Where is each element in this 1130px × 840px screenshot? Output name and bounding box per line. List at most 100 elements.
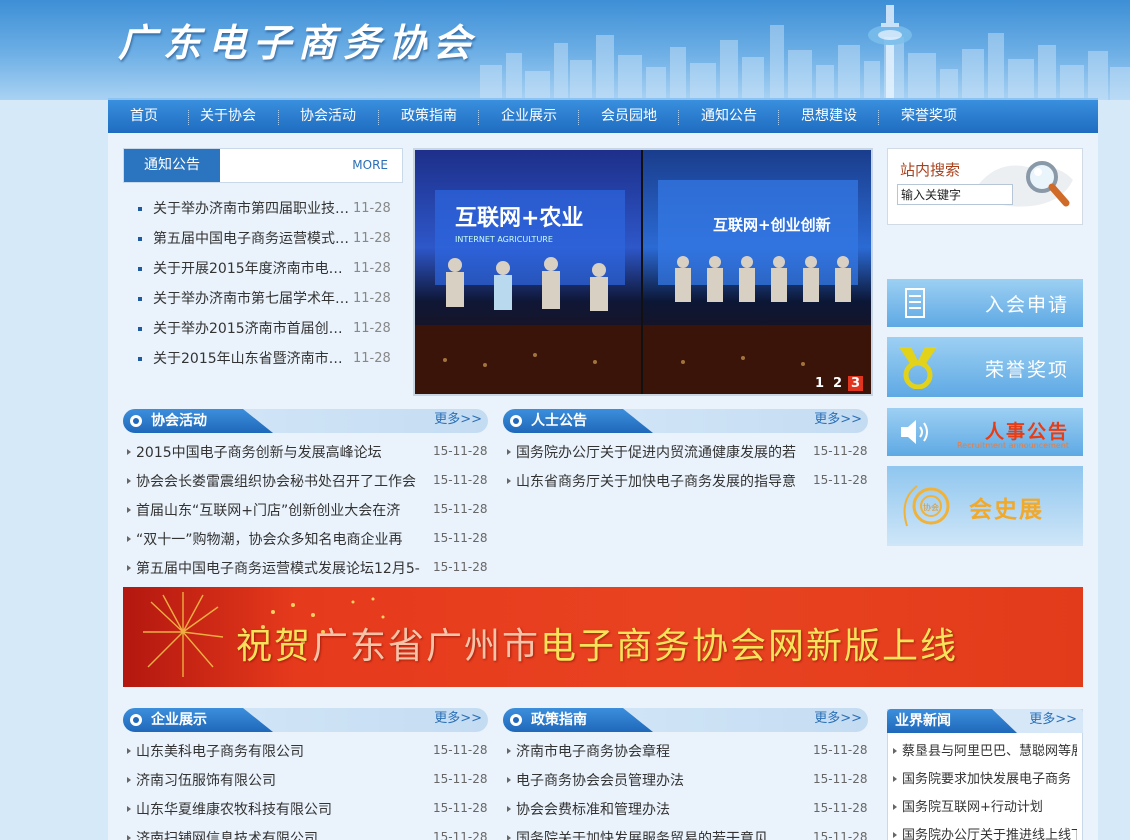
nav-enterprise[interactable]: 企业展示 <box>484 100 574 133</box>
policy-header: 政策指南 更多>> <box>503 708 868 732</box>
site-header: 广东电子商务协会 <box>0 0 1130 100</box>
honor-awards-button[interactable]: 荣誉奖项 <box>887 337 1083 397</box>
nav-separator <box>378 110 379 125</box>
list-item[interactable]: 蔡垦县与阿里巴巴、慧聪网等展 <box>889 739 1079 767</box>
site-search: 站内搜索 <box>887 148 1083 225</box>
industry-news-title: 业界新闻 <box>895 713 951 729</box>
nav-policy[interactable]: 政策指南 <box>384 100 474 133</box>
notice-more-link[interactable]: MORE <box>352 149 388 182</box>
policy-title: 政策指南 <box>531 712 587 728</box>
nav-separator <box>578 110 579 125</box>
slide-pager: 1 2 3 <box>812 376 863 391</box>
nav-honors[interactable]: 荣誉奖项 <box>884 100 974 133</box>
list-item[interactable]: 国务院办公厅关于促进内贸流通健康发展的若 15-11-28 <box>503 440 868 469</box>
slide-1-subtitle: INTERNET AGRICULTURE <box>455 235 553 244</box>
search-input[interactable] <box>897 184 1013 205</box>
slide-2-title: 互联网+创业创新 <box>713 216 831 234</box>
notice-list: 关于举办济南市第四届职业技能大赛的通知11-28 第五届中国电子商务运营模式发展… <box>123 196 403 376</box>
list-item[interactable]: 电子商务协会会员管理办法 15-11-28 <box>503 768 868 797</box>
list-item[interactable]: 国务院关于加快发展服务贸易的若干意见 15-11-28 <box>503 826 868 840</box>
arrow-icon <box>127 478 131 484</box>
tab-notices[interactable]: 通知公告 <box>124 149 220 182</box>
notice-tab-header: 通知公告 MORE <box>123 148 403 183</box>
bullet-icon <box>138 327 142 331</box>
nav-members[interactable]: 会员园地 <box>584 100 674 133</box>
slide-page-2[interactable]: 2 <box>830 376 845 391</box>
join-application-button[interactable]: 入会申请 <box>887 279 1083 327</box>
history-exhibition-label: 会史展 <box>969 497 1044 523</box>
slide-page-3-active[interactable]: 3 <box>848 376 863 391</box>
bullet-icon <box>138 207 142 211</box>
celebration-banner[interactable]: 祝贺广东省广州市电子商务协会网新版上线 <box>123 587 1083 687</box>
policy-list: 济南市电子商务协会章程 15-11-28 电子商务协会会员管理办法 15-11-28… <box>503 739 868 840</box>
industry-news-more-link[interactable]: 更多>> <box>1029 709 1077 731</box>
list-item[interactable]: 济南习伍服饰有限公司 15-11-28 <box>123 768 488 797</box>
list-item[interactable]: 第五届中国电子商务运营模式发展论坛11-28 <box>123 226 403 256</box>
list-item[interactable]: 国务院办公厅关于推进线上线下 <box>889 823 1079 840</box>
section-bullet-icon <box>510 714 522 726</box>
photo-slideshow[interactable]: 互联网+农业 INTERNET AGRICULTURE 互联网+创业创新 1 2… <box>413 148 873 396</box>
enterprise-list: 山东美科电子商务有限公司 15-11-28 济南习伍服饰有限公司 15-11-28 … <box>123 739 488 840</box>
arrow-icon <box>893 804 897 810</box>
list-item[interactable]: 山东省商务厅关于加快电子商务发展的指导意 15-11-28 <box>503 469 868 498</box>
slide-page-1[interactable]: 1 <box>812 376 827 391</box>
section-bullet-icon <box>130 714 142 726</box>
nav-activities[interactable]: 协会活动 <box>283 100 373 133</box>
hr-notice-more-link[interactable]: 更多>> <box>814 409 862 431</box>
banner-text: 祝贺广东省广州市电子商务协会网新版上线 <box>236 626 959 667</box>
site-logo[interactable]: 广东电子商务协会 <box>118 12 478 67</box>
hr-announcement-sublabel: Recruitment announcement <box>956 441 1069 450</box>
industry-news-header: 业界新闻 更多>> <box>887 709 1083 733</box>
policy-more-link[interactable]: 更多>> <box>814 708 862 730</box>
list-item[interactable]: 济南扫铺网信息技术有限公司 15-11-28 <box>123 826 488 840</box>
stage-photo-2: 互联网+创业创新 <box>643 180 871 394</box>
arrow-icon <box>893 748 897 754</box>
arrow-icon <box>507 835 511 840</box>
arrow-icon <box>127 835 131 840</box>
arrow-icon <box>127 748 131 754</box>
activities-header: 协会活动 更多>> <box>123 409 488 433</box>
arrow-icon <box>127 449 131 455</box>
activities-more-link[interactable]: 更多>> <box>434 409 482 431</box>
list-item[interactable]: 山东华夏维康农牧科技有限公司 15-11-28 <box>123 797 488 826</box>
nav-separator <box>478 110 479 125</box>
activities-title: 协会活动 <box>151 413 207 429</box>
arrow-icon <box>127 565 131 571</box>
list-item[interactable]: 协会会费标准和管理办法 15-11-28 <box>503 797 868 826</box>
nav-notices[interactable]: 通知公告 <box>684 100 774 133</box>
nav-home[interactable]: 首页 <box>108 100 180 133</box>
list-item[interactable]: 济南市电子商务协会章程 15-11-28 <box>503 739 868 768</box>
list-item[interactable]: 2015中国电子商务创新与发展高峰论坛 15-11-28 <box>123 440 488 469</box>
city-skyline-image <box>480 5 1130 100</box>
nav-separator <box>678 110 679 125</box>
nav-ideology[interactable]: 思想建设 <box>784 100 874 133</box>
list-item[interactable]: 关于举办济南市第四届职业技能大赛的通知11-28 <box>123 196 403 226</box>
nav-about[interactable]: 关于协会 <box>188 100 268 133</box>
list-item[interactable]: 首届山东“互联网+门店”创新创业大会在济 15-11-28 <box>123 498 488 527</box>
list-item[interactable]: 协会会长娄雷震组织协会秘书处召开了工作会 15-11-28 <box>123 469 488 498</box>
enterprise-more-link[interactable]: 更多>> <box>434 708 482 730</box>
list-item[interactable]: 国务院互联网+行动计划 <box>889 795 1079 823</box>
list-item[interactable]: 关于开展2015年度济南市电子商务示范企业评选11-28 <box>123 256 403 286</box>
list-item[interactable]: 山东美科电子商务有限公司 15-11-28 <box>123 739 488 768</box>
enterprise-title: 企业展示 <box>151 712 207 728</box>
arrow-icon <box>507 478 511 484</box>
list-item[interactable]: 国务院要求加快发展电子商务 <box>889 767 1079 795</box>
history-exhibition-button[interactable]: 协会 会史展 <box>887 466 1083 546</box>
arrow-icon <box>507 806 511 812</box>
arrow-icon <box>893 776 897 782</box>
search-label: 站内搜索 <box>900 161 961 179</box>
industry-news-list: 蔡垦县与阿里巴巴、慧聪网等展 国务院要求加快发展电子商务 国务院互联网+行动计划… <box>889 739 1079 840</box>
search-icon[interactable] <box>1024 159 1070 209</box>
main-nav: 首页 关于协会 协会活动 政策指南 企业展示 会员园地 通知公告 思想建设 荣誉… <box>108 98 1098 133</box>
hr-announcement-button[interactable]: 人事公告 Recruitment announcement <box>887 408 1083 456</box>
list-item[interactable]: 关于举办2015济南市首届创新创业大赛11-28 <box>123 316 403 346</box>
list-item[interactable]: 第五届中国电子商务运营模式发展论坛12月5- 15-11-28 <box>123 556 488 585</box>
list-item[interactable]: 关于举办济南市第七届学术年会的通知11-28 <box>123 286 403 316</box>
stage-photo-1: 互联网+农业 INTERNET AGRICULTURE <box>415 190 641 394</box>
arrow-icon <box>507 777 511 783</box>
seal-text: 协会 <box>923 502 939 512</box>
list-item[interactable]: “双十一”购物潮，协会众多知名电商企业再 15-11-28 <box>123 527 488 556</box>
list-item[interactable]: 关于2015年山东省暨济南市全民创业活动11-28 <box>123 346 403 376</box>
bullet-icon <box>138 357 142 361</box>
